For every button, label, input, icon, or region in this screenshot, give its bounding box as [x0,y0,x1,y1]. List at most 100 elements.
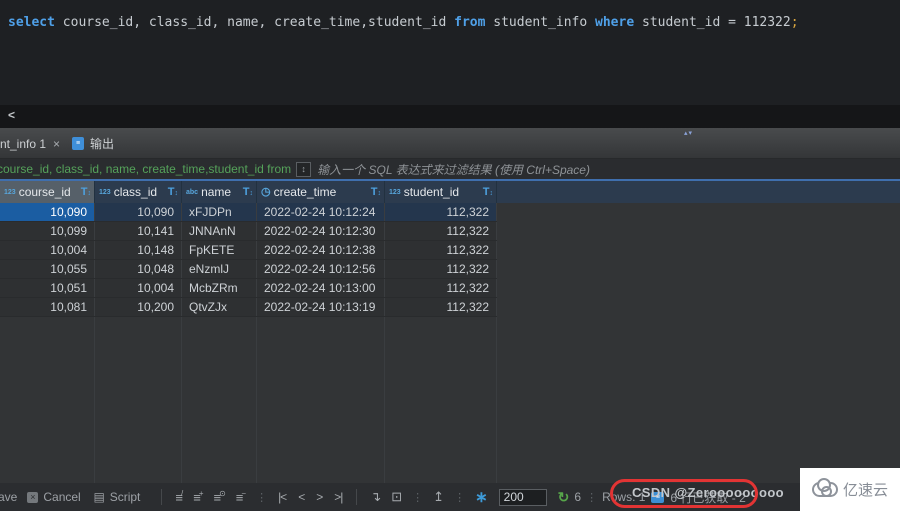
table-cell[interactable]: 112,322 [385,241,497,259]
grid-rows: 10,090 10,090 xFJDPn 2022-02-24 10:12:24 112… [0,203,497,317]
column-header-create_time[interactable]: ◷ create_time T↕ [257,181,385,203]
save-button[interactable]: Save [0,490,17,504]
table-cell[interactable]: 2022-02-24 10:12:24 [257,203,385,221]
table-cell[interactable]: 112,322 [385,260,497,278]
table-cell[interactable]: xFJDPn [182,203,257,221]
table-cell[interactable]: JNNAnN [182,222,257,240]
column-header-name[interactable]: abc name T↕ [182,181,257,203]
delete-row-icon[interactable]: ≡− [236,489,246,504]
save-label: Save [0,490,18,504]
table-row[interactable]: 10,081 10,200 QtvZJx 2022-02-24 10:13:19 112… [0,298,497,317]
close-icon[interactable]: × [53,137,60,151]
table-cell[interactable]: 2022-02-24 10:13:00 [257,279,385,297]
last-row-icon[interactable]: >| [334,490,343,504]
grid-header: 123 course_id T↕ 123 class_id T↕ abc name T↕ ◷ cre… [0,181,900,203]
filter-expand-icon[interactable]: ↕ [296,161,312,177]
column-header-student_id[interactable]: 123 student_id T↕ [385,181,497,203]
table-cell[interactable]: eNzmlJ [182,260,257,278]
table-cell[interactable]: 10,055 [0,260,95,278]
result-filter-bar[interactable]: course_id, class_id, name, create_time,s… [0,159,900,181]
table-cell[interactable]: 112,322 [385,222,497,240]
export-icon[interactable]: ↥ [433,489,444,505]
column-filter-icon[interactable]: T↕ [81,186,91,198]
table-cell[interactable]: 2022-02-24 10:12:38 [257,241,385,259]
column-label: create_time [273,185,337,199]
filter-arrows-icon: ↕ [377,190,382,197]
first-row-icon[interactable]: |< [278,490,287,504]
table-cell[interactable]: 10,200 [95,298,182,316]
table-cell[interactable]: FpKETE [182,241,257,259]
table-cell[interactable]: 10,004 [95,279,182,297]
tab-label: 输出 [90,137,115,151]
table-cell[interactable]: 112,322 [385,298,497,316]
column-type-icon: 123 [99,188,111,196]
grid-settings-icon[interactable]: ∗ [475,488,488,506]
tab-student-info-result[interactable]: nt_info 1 × [0,128,60,159]
table-row[interactable]: 10,090 10,090 xFJDPn 2022-02-24 10:12:24 112… [0,203,497,222]
fetch-size-input[interactable] [498,488,547,506]
sql-token: student_info [485,15,596,30]
table-cell[interactable]: 112,322 [385,279,497,297]
table-cell[interactable]: 10,090 [0,203,95,221]
splitter-handle-icon[interactable]: ▴▾ [684,129,693,137]
fetch-next-page-icon[interactable]: ↴ [370,489,381,504]
table-cell[interactable]: 10,099 [0,222,95,240]
column-filter-icon[interactable]: T↕ [371,186,381,198]
filter-placeholder-text[interactable]: 输入一个 SQL 表达式来过滤结果 (使用 Ctrl+Space) [317,161,590,178]
table-cell[interactable]: 10,090 [95,203,182,221]
table-cell[interactable]: 10,081 [0,298,95,316]
table-row[interactable]: 10,004 10,148 FpKETE 2022-02-24 10:12:38 112… [0,241,497,260]
output-doc-icon: ≡ [72,137,84,150]
brand-logo: 亿速云 [800,468,900,511]
toolbar-dots-divider: ⋮ [586,491,598,504]
refresh-icon[interactable]: ↻ [558,489,570,506]
filter-arrows-icon: ↕ [174,190,179,197]
table-row[interactable]: 10,099 10,141 JNNAnN 2022-02-24 10:12:30 112… [0,222,497,241]
column-filter-icon[interactable]: T↕ [483,186,493,198]
column-header-class_id[interactable]: 123 class_id T↕ [95,181,182,203]
cloud-icon [811,478,838,497]
table-cell[interactable]: 2022-02-24 10:12:56 [257,260,385,278]
table-cell[interactable]: 112,322 [385,203,497,221]
results-grid: 123 course_id T↕ 123 class_id T↕ abc name T↕ ◷ cre… [0,181,900,483]
sql-token: from [454,15,486,30]
table-row[interactable]: 10,051 10,004 McbZRm 2022-02-24 10:13:00 112… [0,279,497,298]
table-cell[interactable]: 10,148 [95,241,182,259]
table-cell[interactable]: 10,141 [95,222,182,240]
table-cell[interactable]: 10,048 [95,260,182,278]
row-tools-group: ≡/ ≡+ ≡⊙ ≡− [170,489,251,504]
table-cell[interactable]: 10,051 [0,279,95,297]
table-cell[interactable]: 10,004 [0,241,95,259]
apply-row-changes-icon[interactable]: ≡/ [175,489,183,504]
column-filter-icon[interactable]: T↕ [168,186,178,198]
script-button[interactable]: ▤ Script [94,490,141,504]
filter-arrows-icon: ↕ [87,190,92,197]
sql-token: ; [790,15,799,30]
next-row-icon[interactable]: > [316,490,323,504]
table-cell[interactable]: McbZRm [182,279,257,297]
filter-arrows-icon: ↕ [489,190,494,197]
sql-token: where [595,15,635,30]
toolbar-dots-divider: ⋮ [454,491,466,504]
script-icon: ▤ [93,490,105,504]
column-label: class_id [113,185,158,199]
column-filter-icon[interactable]: T↕ [243,186,253,198]
table-cell[interactable]: 2022-02-24 10:12:30 [257,222,385,240]
add-row-icon[interactable]: ≡+ [193,489,203,504]
extra-tools-group: ↴ ⊡ [365,489,407,505]
cancel-button[interactable]: × Cancel [27,490,81,504]
table-row[interactable]: 10,055 10,048 eNzmlJ 2022-02-24 10:12:56 112… [0,260,497,279]
prev-row-icon[interactable]: < [298,490,305,504]
tab-output[interactable]: ≡ 输出 [72,128,114,159]
table-cell[interactable]: QtvZJx [182,298,257,316]
column-type-icon: 123 [389,188,401,196]
table-cell[interactable]: 2022-02-24 10:13:19 [257,298,385,316]
column-header-course_id[interactable]: 123 course_id T↕ [0,181,95,203]
red-highlight-ring [610,479,758,508]
select-region-icon[interactable]: ⊡ [391,489,402,504]
toolbar-divider [161,489,163,505]
sql-line[interactable]: select course_id, class_id, name, create… [8,15,799,30]
scroll-left-icon[interactable]: < [8,108,15,122]
sql-editor[interactable]: select course_id, class_id, name, create… [0,0,900,105]
duplicate-row-icon[interactable]: ≡⊙ [214,489,226,504]
